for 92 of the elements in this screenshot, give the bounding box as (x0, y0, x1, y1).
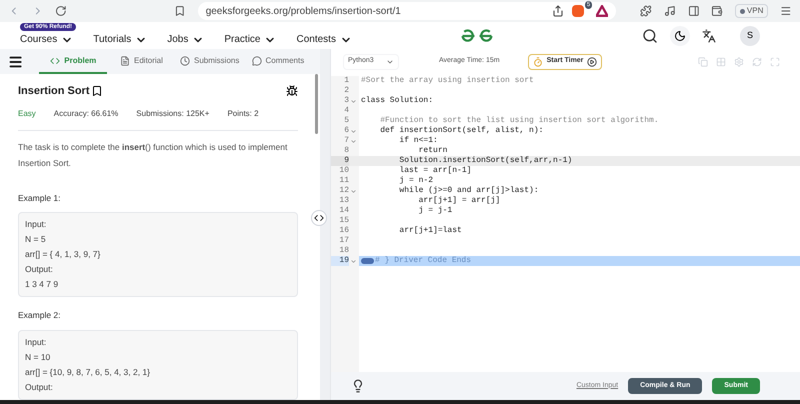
nav-menu[interactable]: Jobs (167, 32, 204, 47)
line-number: 15 (338, 216, 349, 226)
play-icon (587, 56, 598, 66)
timer-icon (532, 56, 543, 66)
tab-icon (120, 56, 130, 66)
puzzle-icon[interactable] (640, 5, 652, 17)
accuracy-text: Accuracy: 66.61% (54, 108, 118, 120)
vpn-button[interactable]: VPN (734, 4, 768, 18)
bug-icon[interactable] (286, 85, 298, 98)
example-line: 1 3 4 7 9 (25, 278, 60, 292)
problem-tab[interactable]: Problem (39, 49, 108, 74)
code-text: return (418, 146, 448, 156)
line-number: 18 (338, 246, 349, 256)
nav-menu[interactable]: Courses (20, 32, 74, 47)
triangle-icon[interactable] (596, 5, 608, 17)
line-number: 1 (343, 76, 349, 86)
example-line: N = 5 (25, 233, 47, 246)
code-text: def insertionSort(self, alist, n): (379, 126, 544, 136)
problem-tab[interactable]: Submissions (176, 49, 244, 74)
line-number: 2 (343, 86, 349, 96)
line-number: 13 (338, 196, 349, 206)
reload-icon[interactable] (55, 5, 68, 17)
tab-icon (50, 56, 60, 66)
example-line: arr[] = {10, 9, 8, 7, 6, 5, 4, 3, 2, 1} (25, 366, 151, 379)
code-text: while (j>=0 and arr[j]>last): (398, 186, 539, 196)
example-line: Input: (25, 336, 48, 349)
nav-menu[interactable]: Tutorials (93, 32, 148, 47)
bookmark-icon[interactable] (174, 5, 186, 17)
problem-tab[interactable]: Comments (244, 49, 312, 74)
fold-icon[interactable] (350, 258, 357, 264)
fold-icon[interactable] (350, 188, 357, 194)
code-text: #Sort the array using insertion sort (361, 76, 534, 86)
example-line: Output: (25, 263, 54, 276)
line-number: 12 (338, 186, 349, 196)
line-number: 17 (338, 236, 349, 246)
tab-icon (180, 56, 190, 66)
code-text: class Solution: (361, 96, 434, 106)
line-number: 7 (343, 136, 349, 146)
example-line: Input: (25, 218, 48, 232)
share-icon[interactable] (552, 5, 564, 17)
example-heading: Example 1: (18, 192, 62, 204)
difficulty-label: Easy (18, 108, 36, 120)
line-number: 3 (343, 96, 349, 106)
points-text: Points: 2 (227, 108, 259, 120)
example-line: arr[] = { 4, 1, 3, 9, 7} (25, 248, 102, 262)
line-number: 16 (338, 226, 349, 236)
code-text: Solution.insertionSort(self,arr,n-1) (398, 156, 572, 166)
menu-icon[interactable] (8, 54, 24, 70)
line-number: 11 (338, 176, 349, 186)
avatar[interactable]: S (740, 26, 760, 46)
tab-icon (252, 56, 262, 66)
example-line: N = 10 (25, 351, 52, 364)
code-text: last = arr[n-1] (398, 166, 472, 176)
line-number: 19 (331, 256, 349, 266)
code-text: j = j-1 (418, 206, 452, 216)
code-text: j = n-2 (398, 176, 434, 186)
line-number: 14 (338, 206, 349, 216)
code-text: arr[j+1]=last (398, 226, 462, 236)
search-icon[interactable] (642, 28, 658, 44)
music-icon[interactable] (664, 5, 676, 17)
dark-mode-button[interactable] (670, 26, 690, 46)
code-text: arr[j+1] = arr[j] (418, 196, 500, 206)
sidebar-icon[interactable] (688, 5, 700, 17)
line-number: 5 (343, 116, 349, 126)
fold-icon[interactable] (350, 138, 357, 144)
translate-icon[interactable] (702, 28, 716, 42)
line-number: 6 (343, 126, 349, 136)
fold-icon[interactable] (350, 128, 357, 134)
line-number: 8 (343, 146, 349, 156)
logo-icon[interactable] (460, 28, 494, 44)
nav-menu[interactable]: Contests (296, 32, 352, 47)
bookmark-icon[interactable] (90, 85, 103, 98)
code-text: # } Driver Code Ends (375, 256, 472, 266)
line-number: 4 (343, 106, 349, 116)
menu-icon[interactable] (780, 5, 792, 17)
line-number: 9 (331, 156, 349, 166)
submissions-text: Submissions: 125K+ (136, 108, 210, 120)
code-text: if n<=1: (398, 136, 438, 146)
code-text: #Function to sort the list using insertion sort algorithm. (379, 116, 659, 126)
moon-icon (674, 30, 686, 42)
lightbulb-icon[interactable] (351, 379, 365, 393)
nav-menu[interactable]: Practice (224, 32, 276, 47)
problem-title: Insertion Sort (18, 84, 90, 99)
problem-tab[interactable]: Editorial (107, 49, 176, 74)
wallet-icon[interactable] (711, 5, 723, 17)
code-icon (314, 213, 324, 223)
example-line: Output: (25, 381, 54, 394)
fold-icon[interactable] (350, 98, 357, 104)
line-number: 10 (338, 166, 349, 176)
example-heading: Example 2: (18, 309, 62, 322)
fold-marker-icon[interactable] (361, 258, 374, 264)
problem-description: The task is to complete the insert() function which is used to implement Insertion Sort. (18, 140, 288, 170)
